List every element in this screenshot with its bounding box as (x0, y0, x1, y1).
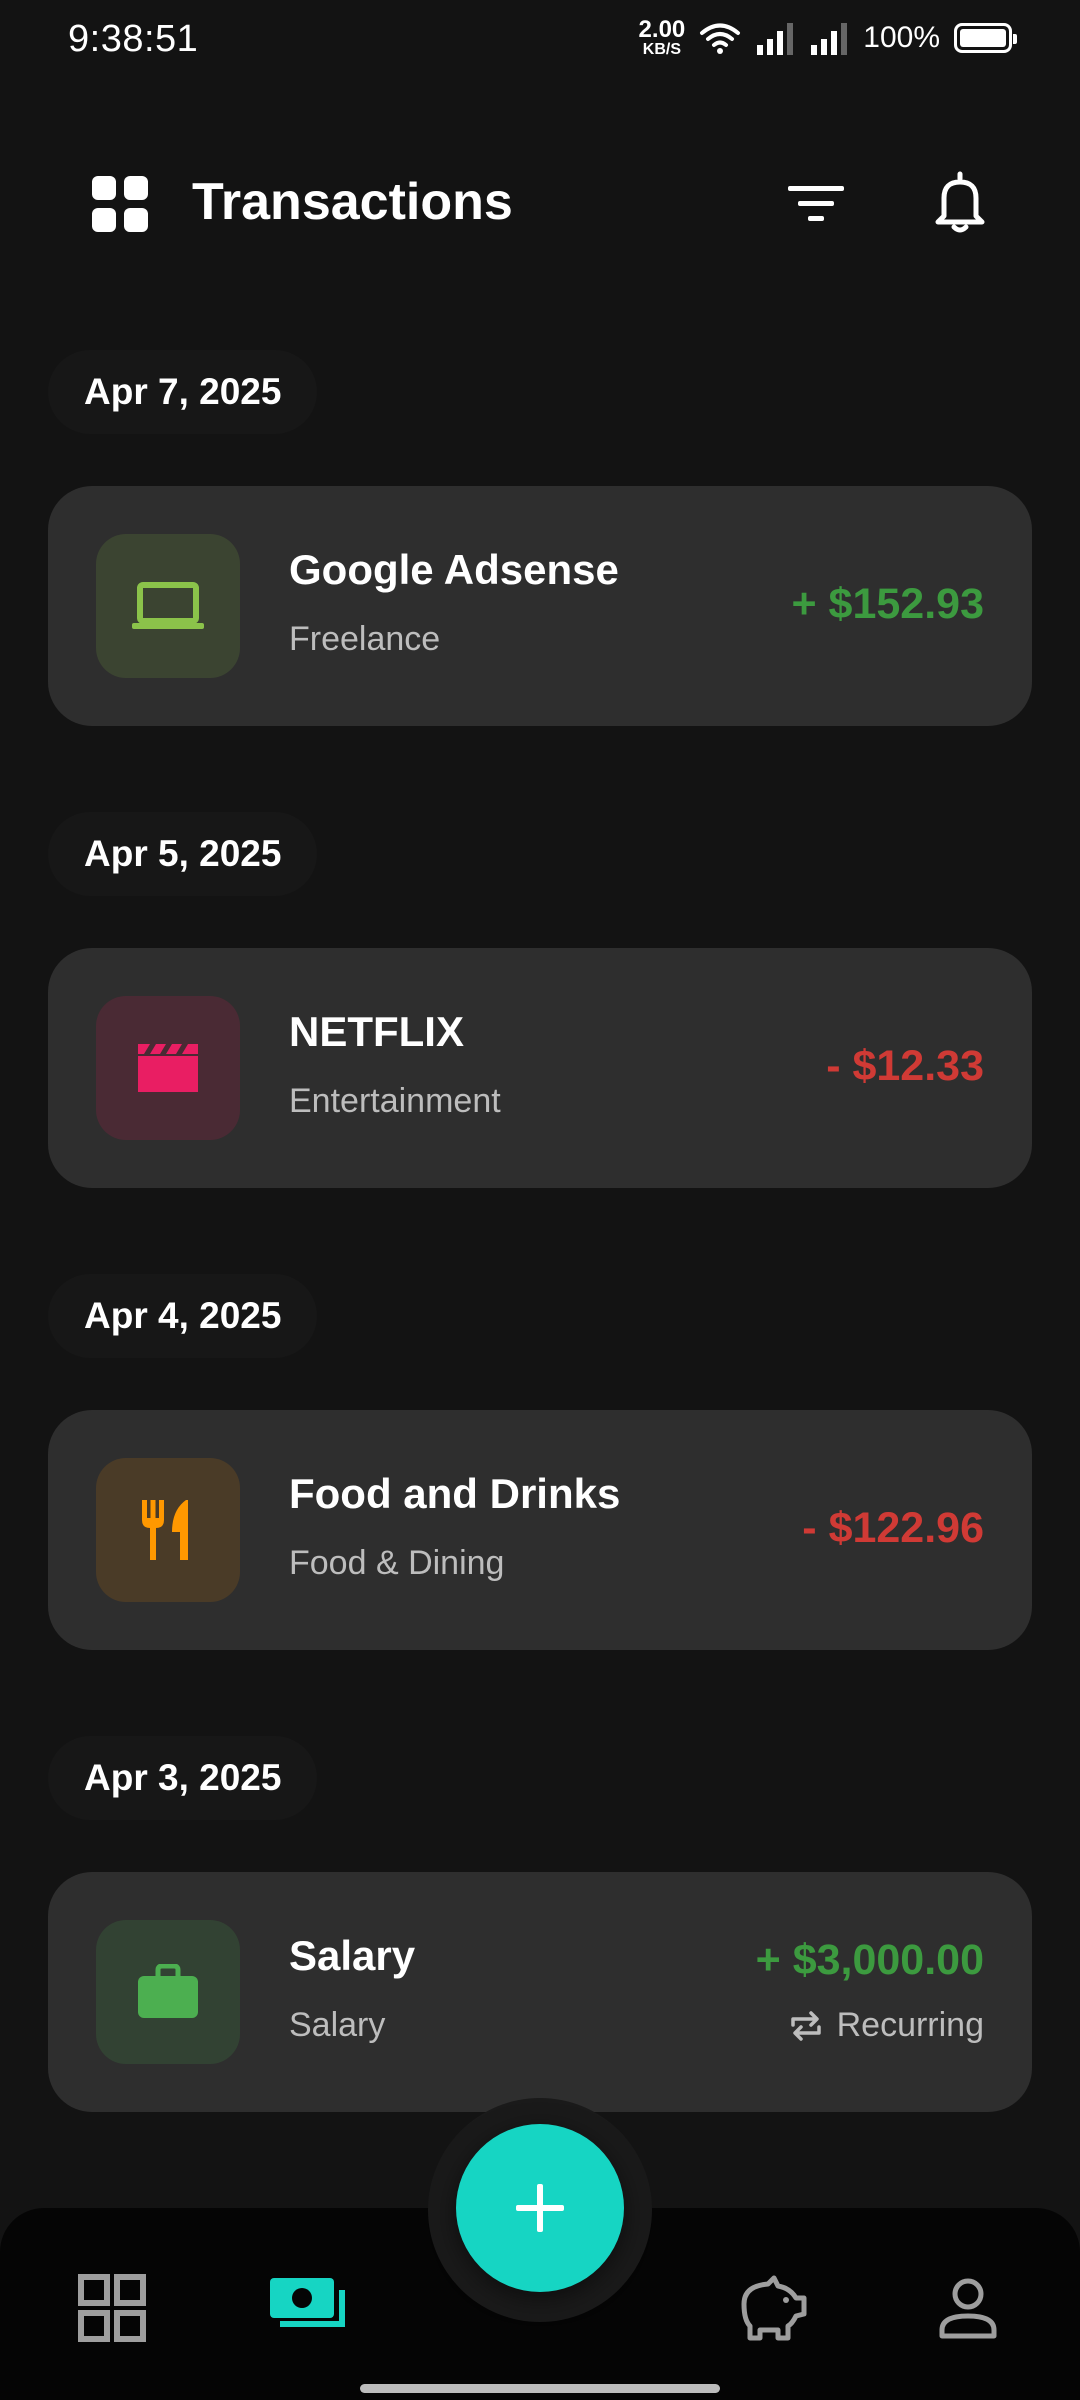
recurring-badge: Recurring (789, 2006, 984, 2045)
status-time: 9:38:51 (68, 18, 199, 60)
nav-transactions[interactable] (268, 2268, 352, 2348)
app-header: Transactions (0, 150, 1080, 260)
dashboard-icon (78, 2274, 146, 2342)
profile-icon (939, 2278, 997, 2339)
home-indicator[interactable] (360, 2384, 720, 2393)
laptop-icon (132, 582, 204, 629)
status-icons: 2.00 KB/S 100% (639, 18, 1017, 58)
status-bar: 9:38:51 2.00 KB/S 100% (0, 0, 1080, 80)
category-icon-box (96, 534, 240, 678)
transaction-card[interactable]: Salary Salary + $3,000.00 Recurring (48, 1872, 1032, 2112)
nav-dashboard[interactable] (72, 2268, 152, 2348)
transaction-name: Salary (289, 1932, 416, 1979)
transaction-amount: - $12.33 (826, 1042, 984, 1090)
transaction-card[interactable]: Food and Drinks Food & Dining - $122.96 (48, 1410, 1032, 1650)
date-header: Apr 3, 2025 (48, 1736, 318, 1820)
notifications-button[interactable] (930, 170, 990, 234)
transaction-name: NETFLIX (289, 1008, 464, 1055)
category-icon-box (96, 1920, 240, 2064)
transaction-card[interactable]: Google Adsense Freelance + $152.93 (48, 486, 1032, 726)
signal-icon-2 (811, 23, 848, 55)
add-transaction-button[interactable] (456, 2124, 624, 2292)
piggy-bank-icon (741, 2275, 807, 2341)
date-header: Apr 7, 2025 (48, 350, 318, 434)
transaction-category: Salary (289, 2006, 386, 2044)
clapperboard-icon (138, 1044, 198, 1092)
wifi-icon (700, 23, 741, 54)
category-icon-box (96, 996, 240, 1140)
network-speed-value: 2.00 (638, 16, 686, 43)
signal-icon (757, 23, 794, 55)
transaction-amount: + $152.93 (791, 580, 985, 628)
cash-icon (270, 2278, 345, 2327)
fork-knife-icon (142, 1500, 188, 1560)
battery-icon (954, 23, 1017, 53)
date-header: Apr 5, 2025 (48, 812, 318, 896)
transaction-amount: - $122.96 (802, 1504, 984, 1552)
network-speed: 2.00 KB/S (639, 18, 686, 58)
briefcase-icon (138, 1964, 198, 2018)
date-header: Apr 4, 2025 (48, 1274, 318, 1358)
nav-profile[interactable] (928, 2268, 1008, 2348)
bell-icon (935, 171, 985, 233)
transaction-category: Freelance (289, 620, 441, 658)
plus-icon (516, 2184, 564, 2232)
category-icon-box (96, 1458, 240, 1602)
filter-icon (788, 186, 844, 221)
network-speed-unit: KB/S (642, 41, 682, 58)
grid-icon[interactable] (92, 176, 148, 232)
transaction-name: Food and Drinks (289, 1470, 621, 1517)
transaction-category: Food & Dining (289, 1544, 505, 1582)
nav-savings[interactable] (732, 2268, 812, 2348)
transaction-name: Google Adsense (289, 546, 619, 593)
page-title: Transactions (192, 173, 513, 231)
transaction-card[interactable]: NETFLIX Entertainment - $12.33 (48, 948, 1032, 1188)
transaction-category: Entertainment (289, 1082, 501, 1120)
filter-button[interactable] (786, 178, 846, 228)
battery-percent: 100% (863, 21, 940, 54)
repeat-icon (790, 2010, 821, 2041)
recurring-label: Recurring (836, 2006, 984, 2044)
transaction-amount: + $3,000.00 (755, 1936, 984, 1984)
